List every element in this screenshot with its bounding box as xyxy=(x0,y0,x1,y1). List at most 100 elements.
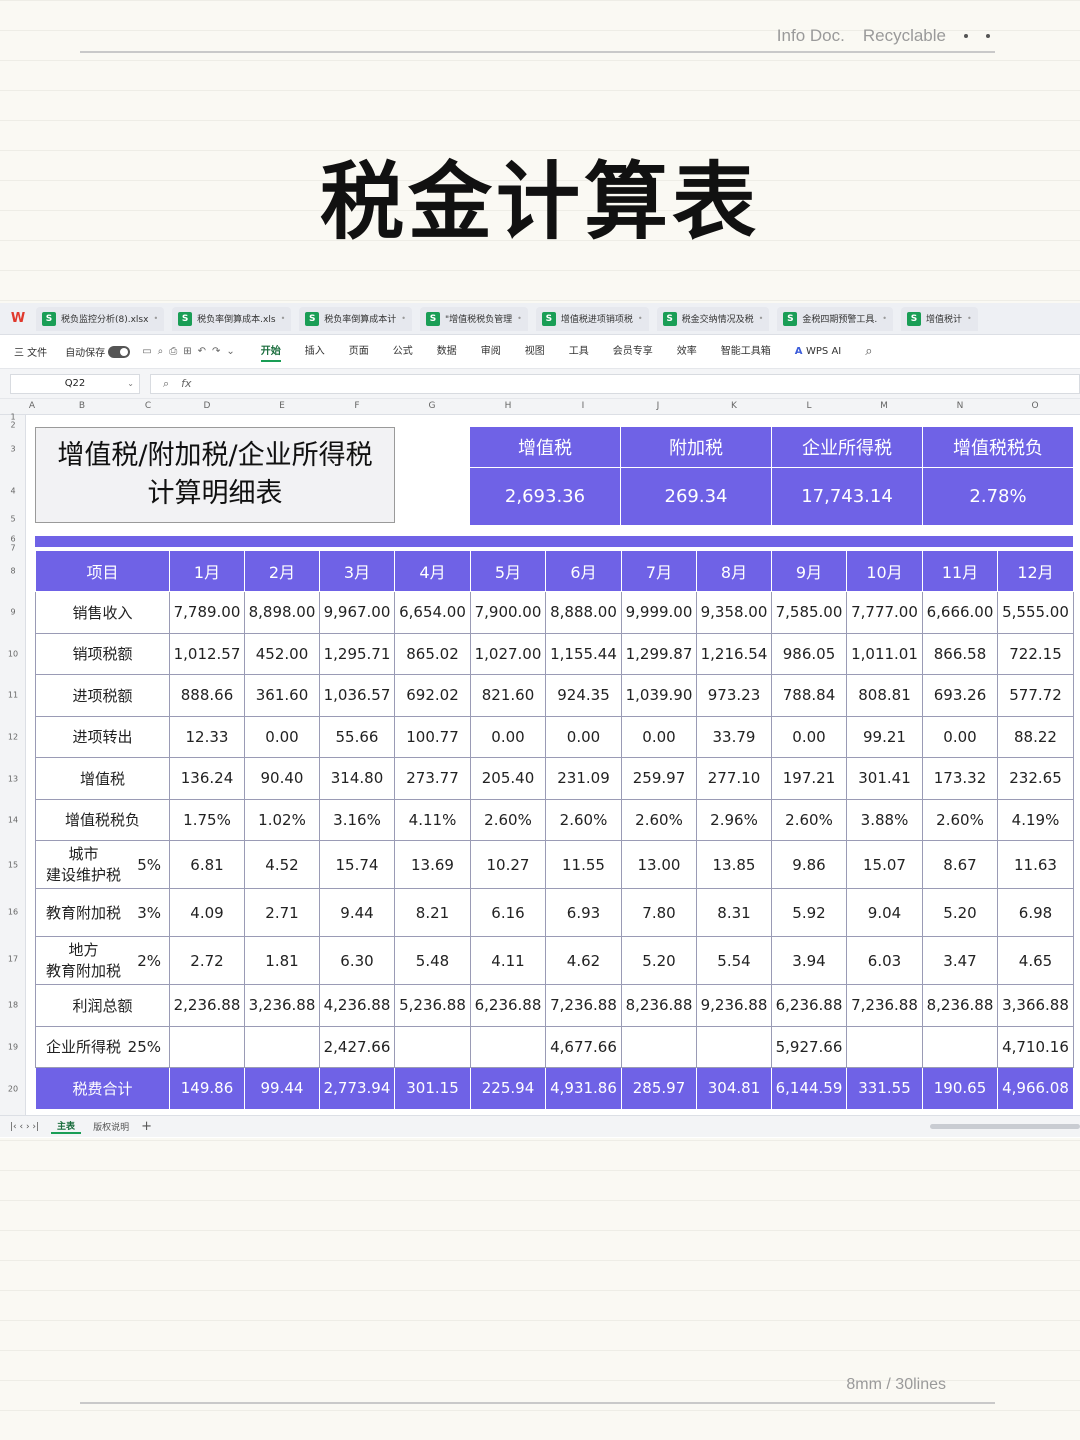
value-cell[interactable]: 693.26 xyxy=(922,674,998,717)
value-cell[interactable]: 9.44 xyxy=(319,888,395,937)
value-cell[interactable]: 1,216.54 xyxy=(696,632,772,675)
value-cell[interactable]: 788.84 xyxy=(771,674,847,717)
close-icon[interactable]: • xyxy=(638,314,643,323)
row-label-cell[interactable]: 项目 xyxy=(35,550,170,592)
search-icon[interactable]: ⌕ xyxy=(865,344,872,359)
value-cell[interactable]: 8,888.00 xyxy=(545,591,622,634)
value-cell[interactable]: 361.60 xyxy=(244,674,320,717)
add-sheet-icon[interactable]: + xyxy=(141,1119,152,1134)
close-icon[interactable]: • xyxy=(967,314,972,323)
value-cell[interactable]: 231.09 xyxy=(545,757,622,800)
value-cell[interactable]: 8.21 xyxy=(394,888,471,937)
value-cell[interactable]: 5.54 xyxy=(696,936,772,985)
row-label[interactable]: 11 xyxy=(0,691,26,700)
column-label[interactable]: O xyxy=(1031,401,1038,411)
value-cell[interactable]: 5,236.88 xyxy=(394,984,471,1027)
value-cell[interactable]: 7,777.00 xyxy=(846,591,923,634)
value-cell[interactable]: 7,236.88 xyxy=(545,984,622,1027)
value-cell[interactable]: 2.72 xyxy=(169,936,245,985)
value-cell[interactable]: 2.60% xyxy=(545,798,622,841)
value-cell[interactable]: 4.19% xyxy=(997,798,1074,841)
value-cell[interactable]: 9,358.00 xyxy=(696,591,772,634)
value-cell[interactable]: 9,967.00 xyxy=(319,591,395,634)
value-cell[interactable]: 4,710.16 xyxy=(997,1025,1074,1068)
value-cell[interactable]: 10月 xyxy=(846,550,923,592)
value-cell[interactable]: 5.48 xyxy=(394,936,471,985)
value-cell[interactable]: 2,773.94 xyxy=(319,1067,395,1110)
value-cell[interactable]: 9,999.00 xyxy=(621,591,697,634)
ribbon-tab[interactable]: 页面 xyxy=(349,342,369,362)
row-label[interactable]: 17 xyxy=(0,955,26,964)
value-cell[interactable]: 88.22 xyxy=(997,715,1074,758)
value-cell[interactable]: 1,155.44 xyxy=(545,632,622,675)
value-cell[interactable]: 7,789.00 xyxy=(169,591,245,634)
value-cell[interactable]: 7,585.00 xyxy=(771,591,847,634)
file-menu[interactable]: 三 文件 xyxy=(14,344,47,359)
close-icon[interactable]: • xyxy=(153,314,158,323)
row-label[interactable]: 18 xyxy=(0,1001,26,1010)
value-cell[interactable]: 577.72 xyxy=(997,674,1074,717)
value-cell[interactable]: 9月 xyxy=(771,550,847,592)
value-cell[interactable]: 11月 xyxy=(922,550,998,592)
value-cell[interactable]: 0.00 xyxy=(621,715,697,758)
column-label[interactable]: L xyxy=(806,401,811,411)
close-icon[interactable]: • xyxy=(882,314,887,323)
row-label[interactable]: 4 xyxy=(0,487,26,496)
value-cell[interactable]: 3.88% xyxy=(846,798,923,841)
column-label[interactable]: I xyxy=(582,401,585,411)
value-cell[interactable]: 1,027.00 xyxy=(470,632,546,675)
value-cell[interactable]: 1.02% xyxy=(244,798,320,841)
value-cell[interactable]: 0.00 xyxy=(771,715,847,758)
value-cell[interactable]: 285.97 xyxy=(621,1067,697,1110)
value-cell[interactable]: 4,677.66 xyxy=(545,1025,622,1068)
value-cell[interactable]: 10.27 xyxy=(470,840,546,889)
value-cell[interactable] xyxy=(470,1025,546,1068)
value-cell[interactable]: 7.80 xyxy=(621,888,697,937)
summary-value[interactable]: 269.34 xyxy=(621,468,771,525)
row-label[interactable]: 13 xyxy=(0,775,26,784)
ribbon-tab[interactable]: 效率 xyxy=(677,342,697,362)
value-cell[interactable]: 5月 xyxy=(470,550,546,592)
value-cell[interactable] xyxy=(846,1025,923,1068)
column-label[interactable]: G xyxy=(429,401,436,411)
value-cell[interactable]: 277.10 xyxy=(696,757,772,800)
row-label-cell[interactable]: 销项税额 xyxy=(35,632,170,675)
value-cell[interactable]: 5,927.66 xyxy=(771,1025,847,1068)
value-cell[interactable]: 13.69 xyxy=(394,840,471,889)
value-cell[interactable]: 5.20 xyxy=(922,888,998,937)
sheet-nav-icons[interactable]: |‹ ‹ › ›| xyxy=(10,1122,39,1132)
column-label[interactable]: A xyxy=(29,401,35,411)
value-cell[interactable]: 301.15 xyxy=(394,1067,471,1110)
value-cell[interactable]: 6,236.88 xyxy=(771,984,847,1027)
value-cell[interactable]: 1月 xyxy=(169,550,245,592)
file-tab[interactable]: S 税负监控分析(8).xlsx • xyxy=(36,306,165,331)
row-label-cell[interactable]: 利润总额 xyxy=(35,984,170,1027)
value-cell[interactable]: 5,555.00 xyxy=(997,591,1074,634)
value-cell[interactable]: 12.33 xyxy=(169,715,245,758)
value-cell[interactable]: 8.67 xyxy=(922,840,998,889)
name-box[interactable]: Q22 ⌄ xyxy=(10,373,140,394)
column-label[interactable]: H xyxy=(505,401,512,411)
ribbon-tab[interactable]: 开始 xyxy=(260,342,281,362)
file-tab[interactable]: S 税金交纳情况及税 • xyxy=(656,306,770,331)
value-cell[interactable]: 821.60 xyxy=(470,674,546,717)
value-cell[interactable]: 6.81 xyxy=(169,840,245,889)
row-label-cell[interactable]: 教育附加税 3% xyxy=(35,888,170,937)
row-label[interactable]: 19 xyxy=(0,1043,26,1052)
value-cell[interactable]: 986.05 xyxy=(771,632,847,675)
value-cell[interactable]: 2月 xyxy=(244,550,320,592)
value-cell[interactable]: 2.60% xyxy=(771,798,847,841)
value-cell[interactable]: 5.20 xyxy=(621,936,697,985)
row-label-cell[interactable]: 进项税额 xyxy=(35,674,170,717)
value-cell[interactable]: 1,039.90 xyxy=(621,674,697,717)
sheet-tab-main[interactable]: 主表 xyxy=(51,1119,82,1134)
column-label[interactable]: J xyxy=(657,401,660,411)
value-cell[interactable]: 3.47 xyxy=(922,936,998,985)
column-label[interactable]: C xyxy=(145,401,151,411)
value-cell[interactable]: 4,931.86 xyxy=(545,1067,622,1110)
value-cell[interactable]: 136.24 xyxy=(169,757,245,800)
value-cell[interactable]: 1,299.87 xyxy=(621,632,697,675)
value-cell[interactable] xyxy=(621,1025,697,1068)
summary-value[interactable]: 2.78% xyxy=(923,468,1073,525)
value-cell[interactable]: 259.97 xyxy=(621,757,697,800)
